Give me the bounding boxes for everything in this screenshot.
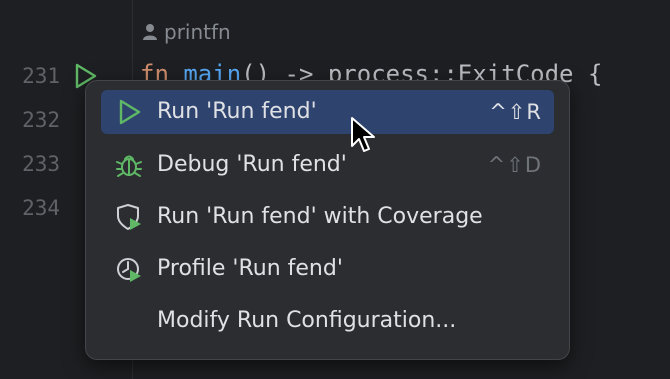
menu-item-run[interactable]: Run 'Run fend' ^⇧R [101, 90, 554, 134]
menu-item-profile[interactable]: Profile 'Run fend' [101, 247, 554, 291]
mouse-pointer-icon [351, 117, 375, 152]
line-number: 232 [22, 108, 60, 132]
profile-icon [117, 258, 141, 282]
debug-icon [116, 155, 142, 177]
author-name: printfn [164, 20, 231, 44]
menu-item-modify-run-configuration[interactable]: Modify Run Configuration... [101, 299, 554, 343]
line-number: 234 [22, 196, 60, 220]
menu-item-run-with-coverage[interactable]: Run 'Run fend' with Coverage [101, 195, 554, 239]
line-number: 233 [22, 152, 60, 176]
coverage-icon [117, 204, 141, 230]
run-icon [119, 99, 141, 125]
line-number: 231 [22, 64, 60, 88]
person-icon [143, 24, 157, 40]
menu-item-label: Run 'Run fend' [157, 99, 317, 124]
menu-item-label: Run 'Run fend' with Coverage [157, 204, 483, 229]
menu-item-label: Debug 'Run fend' [157, 152, 347, 177]
menu-item-shortcut: ^⇧R [489, 100, 542, 124]
menu-item-debug[interactable]: Debug 'Run fend' ^⇧D [101, 143, 554, 187]
menu-item-shortcut: ^⇧D [487, 153, 542, 177]
run-context-menu: Run 'Run fend' ^⇧R Debug 'Run fend' ^⇧D … [85, 80, 570, 360]
author-hint[interactable]: printfn [142, 20, 231, 44]
menu-item-label: Profile 'Run fend' [157, 256, 343, 281]
menu-item-label: Modify Run Configuration... [157, 308, 457, 333]
